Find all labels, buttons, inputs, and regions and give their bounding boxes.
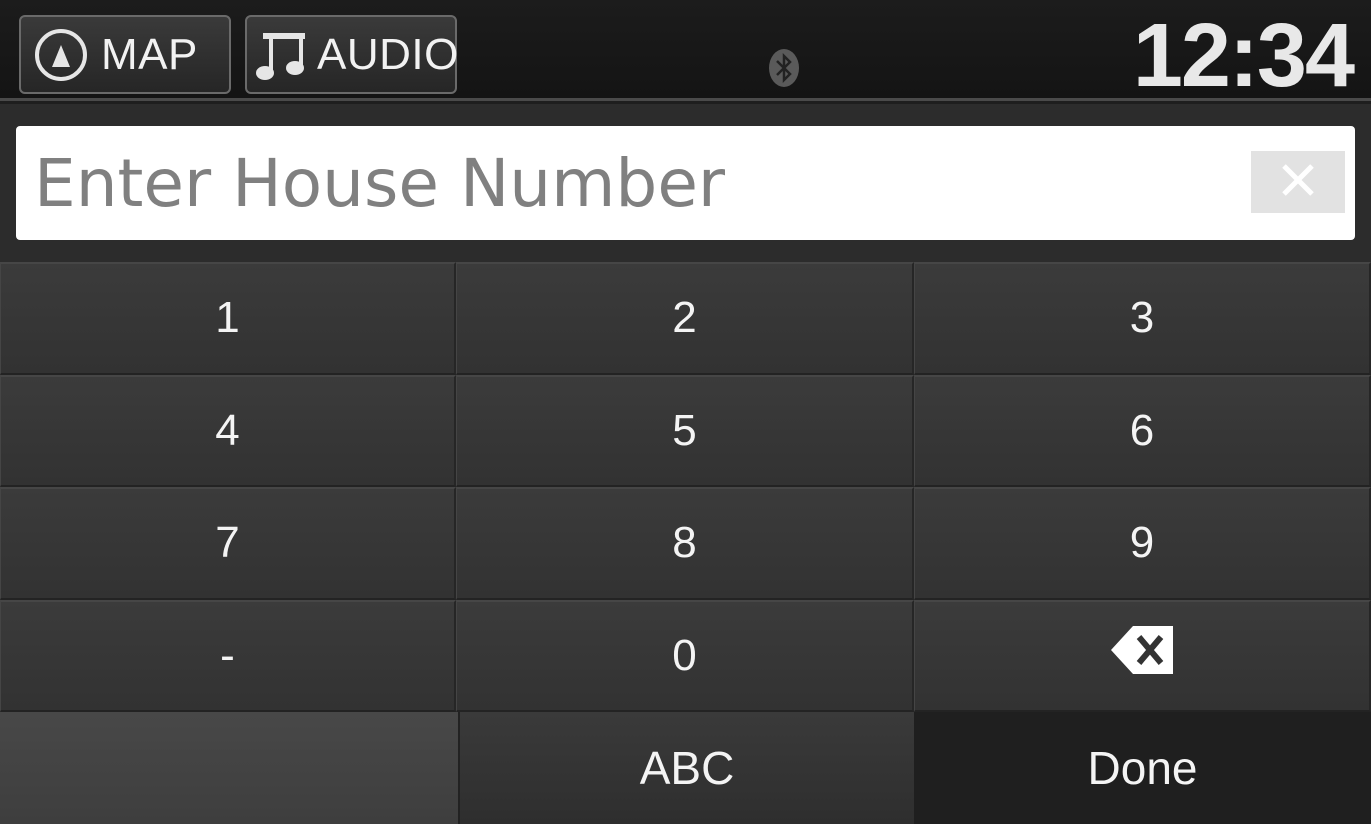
backspace-button[interactable] [914, 599, 1371, 712]
map-button[interactable]: MAP [19, 15, 231, 94]
close-icon [1278, 160, 1318, 205]
key-9[interactable]: 9 [914, 487, 1371, 600]
key-2[interactable]: 2 [456, 262, 914, 375]
bluetooth-icon [768, 48, 800, 88]
abc-button[interactable]: ABC [458, 712, 914, 824]
house-number-field[interactable] [16, 126, 1355, 240]
compass-arrow-icon [31, 25, 91, 85]
blank-key [0, 712, 458, 824]
key-1[interactable]: 1 [0, 262, 456, 375]
key-8[interactable]: 8 [456, 487, 914, 600]
bottom-action-row: ABC Done [0, 712, 1371, 824]
key-7[interactable]: 7 [0, 487, 456, 600]
music-note-icon [255, 25, 313, 85]
house-number-input[interactable] [34, 133, 1234, 233]
audio-label: AUDIO [317, 29, 459, 79]
done-button[interactable]: Done [914, 712, 1371, 824]
key-3[interactable]: 3 [914, 262, 1371, 375]
input-area [0, 104, 1371, 262]
clear-button[interactable] [1251, 151, 1345, 213]
map-label: MAP [101, 29, 198, 79]
key-6[interactable]: 6 [914, 374, 1371, 487]
key-dash[interactable]: - [0, 599, 456, 712]
key-5[interactable]: 5 [456, 374, 914, 487]
audio-button[interactable]: AUDIO [245, 15, 459, 94]
numeric-keypad: 1 2 3 4 5 6 7 8 9 - 0 [0, 262, 1371, 712]
clock: 12:34 [1132, 6, 1355, 106]
top-bar: MAP AUDIO 12:34 [0, 0, 1371, 106]
key-4[interactable]: 4 [0, 374, 456, 487]
backspace-icon [1109, 622, 1175, 689]
key-0[interactable]: 0 [456, 599, 914, 712]
